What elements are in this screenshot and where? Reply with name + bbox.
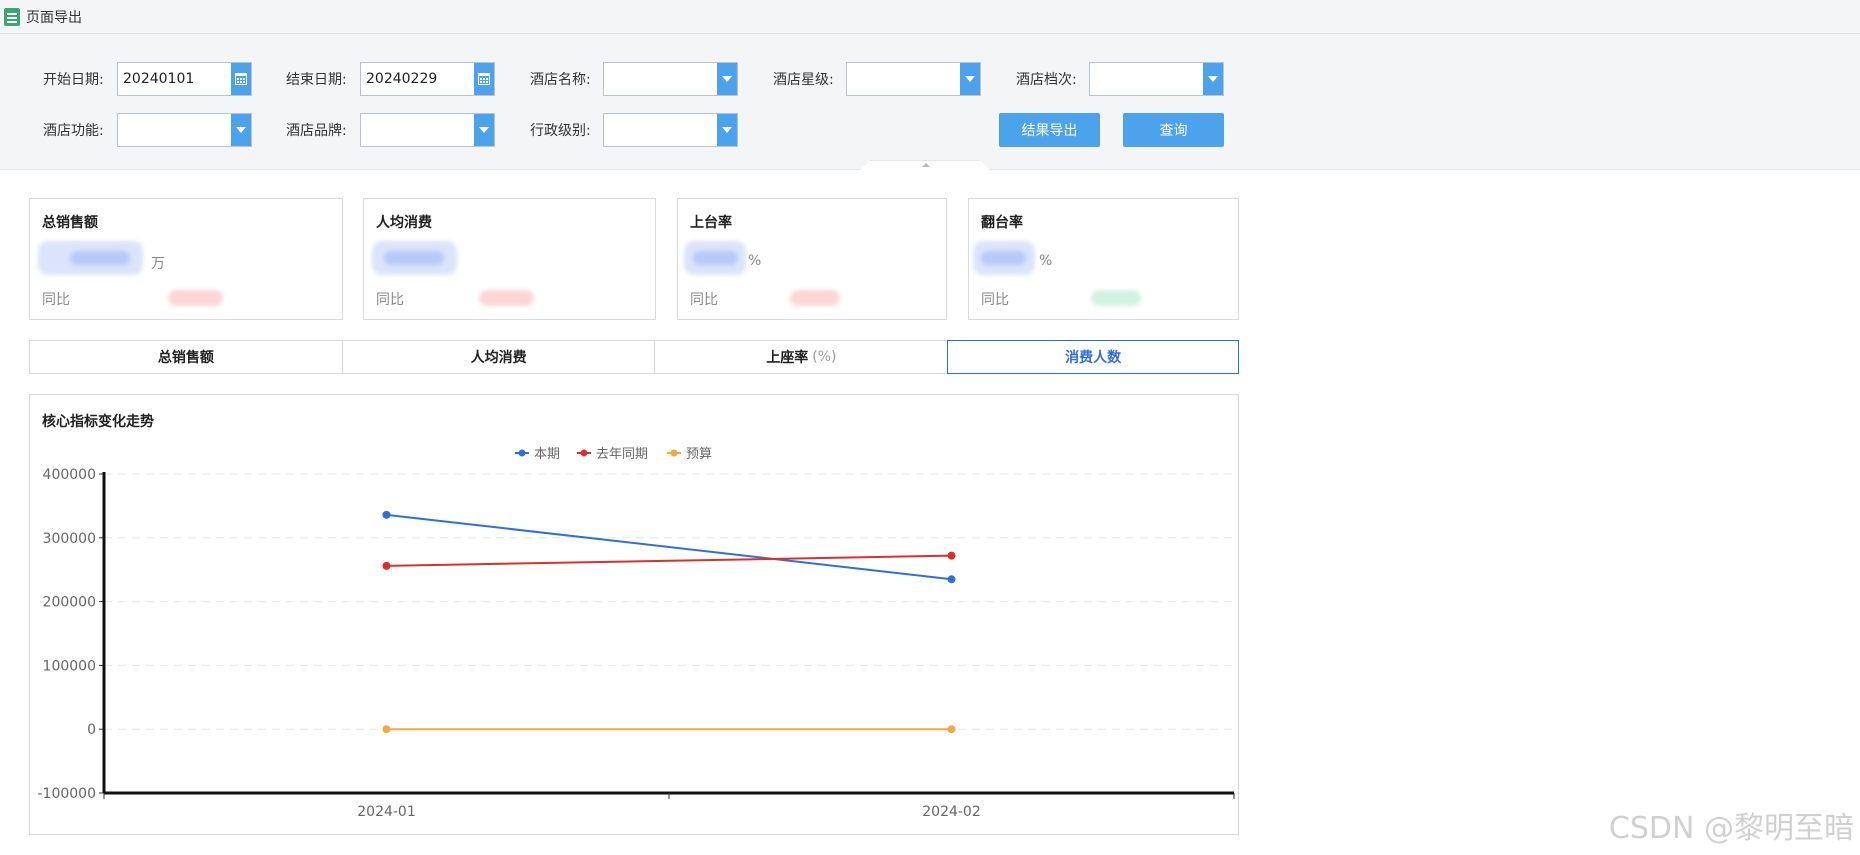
- kpi-yoy-label: 同比: [376, 292, 404, 308]
- data-point: [947, 551, 956, 560]
- tab-label: 上座率: [766, 350, 809, 366]
- end-date-input[interactable]: 20240229: [360, 62, 495, 96]
- watermark: CSDN @黎明至暗: [1608, 811, 1854, 846]
- blurred-yoy: [168, 290, 223, 306]
- chevron-down-icon[interactable]: [717, 63, 737, 95]
- hotel-name-label: 酒店名称:: [530, 72, 591, 88]
- export-button[interactable]: 结果导出: [999, 113, 1100, 147]
- legend-label: 去年同期: [596, 447, 648, 462]
- y-tick-label: 0: [87, 722, 96, 738]
- metric-tabs: 总销售额 人均消费 上座率 (%) 消费人数: [29, 340, 1239, 374]
- query-button[interactable]: 查询: [1123, 113, 1224, 147]
- series-line: [386, 513, 952, 581]
- end-date-label: 结束日期:: [286, 72, 347, 88]
- tab-per-capita[interactable]: 人均消费: [341, 340, 656, 374]
- blurred-yoy: [790, 290, 840, 306]
- kpi-yoy-label: 同比: [981, 292, 1009, 308]
- legend-label: 本期: [534, 447, 560, 462]
- data-point: [382, 510, 391, 519]
- y-tick-label: -100000: [38, 786, 97, 802]
- kpi-title: 人均消费: [376, 215, 432, 231]
- filter-panel: 开始日期: 20240101 结束日期: 20240229 酒店名称: 酒店星级…: [0, 34, 1860, 170]
- blurred-value: [70, 251, 130, 265]
- start-date-value: 20240101: [123, 71, 195, 87]
- admin-level-select[interactable]: [603, 113, 738, 147]
- blurred-value: [693, 251, 738, 265]
- calendar-icon[interactable]: [231, 63, 251, 95]
- blurred-yoy: [1091, 290, 1141, 306]
- kpi-yoy-label: 同比: [690, 292, 718, 308]
- chevron-up-icon: [922, 163, 930, 167]
- kpi-card-turnover-rate: 翻台率 % 同比: [968, 198, 1239, 320]
- end-date-value: 20240229: [366, 71, 438, 87]
- calendar-icon[interactable]: [474, 63, 494, 95]
- tab-label: 消费人数: [1065, 350, 1122, 366]
- tab-consumer-count[interactable]: 消费人数: [947, 340, 1239, 374]
- data-point: [382, 725, 391, 734]
- y-tick-label: 100000: [43, 658, 96, 674]
- tab-label: 人均消费: [470, 350, 527, 366]
- tab-seating-rate[interactable]: 上座率 (%): [654, 340, 949, 374]
- hotel-star-label: 酒店星级:: [773, 72, 834, 88]
- hotel-function-select[interactable]: [117, 113, 252, 147]
- legend-marker: [580, 449, 588, 457]
- hotel-star-select[interactable]: [846, 62, 981, 96]
- blurred-value: [981, 251, 1026, 265]
- legend-marker: [518, 449, 526, 457]
- trend-chart: -100000 0 100000 200000 300000 400000 2024-01 2…: [38, 447, 1235, 820]
- y-tick-label: 200000: [43, 595, 96, 611]
- window-title: 页面导出: [26, 9, 82, 26]
- start-date-input[interactable]: 20240101: [117, 62, 252, 96]
- hotel-brand-label: 酒店品牌:: [286, 123, 347, 139]
- kpi-yoy-label: 同比: [42, 292, 70, 308]
- y-tick-label: 400000: [43, 467, 96, 483]
- data-point: [947, 725, 956, 734]
- data-point: [382, 561, 391, 570]
- chevron-down-icon[interactable]: [474, 114, 494, 146]
- start-date-label: 开始日期:: [43, 72, 104, 88]
- tab-total-sales[interactable]: 总销售额: [29, 340, 343, 374]
- chevron-down-icon[interactable]: [960, 63, 980, 95]
- admin-level-label: 行政级别:: [530, 123, 591, 139]
- kpi-title: 上台率: [690, 215, 732, 231]
- hotel-brand-select[interactable]: [360, 113, 495, 147]
- tab-sub-label: (%): [812, 349, 837, 365]
- kpi-title: 总销售额: [42, 215, 98, 231]
- hotel-name-select[interactable]: [603, 62, 738, 96]
- kpi-card-total-sales: 总销售额 万 同比: [29, 198, 343, 320]
- kpi-card-seating-rate: 上台率 % 同比: [677, 198, 947, 320]
- data-point: [947, 575, 956, 584]
- kpi-card-per-capita: 人均消费 同比: [363, 198, 656, 320]
- legend-label: 预算: [686, 447, 712, 462]
- chevron-down-icon[interactable]: [231, 114, 251, 146]
- chevron-down-icon[interactable]: [1203, 63, 1223, 95]
- document-export-icon: [4, 7, 20, 26]
- hotel-grade-select[interactable]: [1089, 62, 1224, 96]
- hotel-function-label: 酒店功能:: [43, 123, 104, 139]
- trend-chart-panel: 核心指标变化走势 -100000 0 100000 200000 300000 40000…: [29, 394, 1239, 835]
- x-tick-label: 2024-01: [357, 804, 416, 820]
- y-tick-label: 300000: [43, 531, 96, 547]
- blurred-value: [384, 251, 444, 265]
- kpi-unit: %: [748, 253, 762, 269]
- blurred-yoy: [479, 290, 534, 306]
- window-titlebar: 页面导出: [0, 0, 1860, 34]
- kpi-unit: %: [1039, 253, 1053, 269]
- panel-collapse-toggle[interactable]: [860, 160, 990, 170]
- kpi-unit: 万: [151, 256, 165, 272]
- x-tick-label: 2024-02: [922, 804, 981, 820]
- chevron-down-icon[interactable]: [717, 114, 737, 146]
- kpi-title: 翻台率: [981, 215, 1023, 231]
- series-line: [386, 554, 952, 567]
- tab-label: 总销售额: [157, 350, 214, 366]
- hotel-grade-label: 酒店档次:: [1016, 72, 1077, 88]
- legend-marker: [670, 449, 678, 457]
